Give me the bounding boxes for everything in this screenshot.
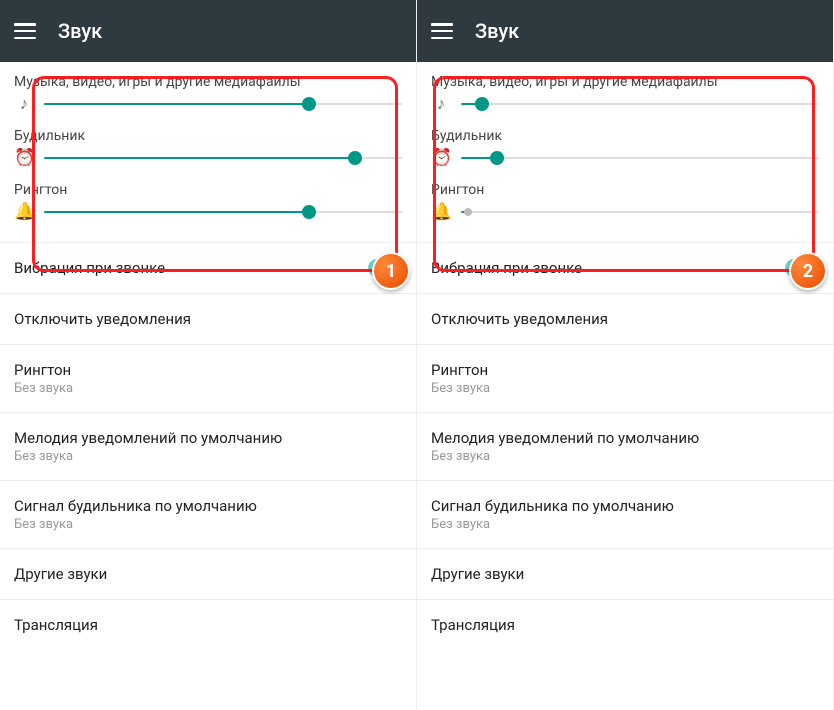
alarm-sound-row[interactable]: Сигнал будильника по умолчанию Без звука	[0, 480, 416, 548]
dnd-row[interactable]: Отключить уведомления	[417, 293, 833, 344]
vibrate-on-ring-row[interactable]: Вибрация при звонке	[417, 242, 833, 293]
alarm-slider[interactable]	[44, 157, 402, 159]
step-badge-1: 1	[372, 252, 410, 290]
menu-icon[interactable]	[14, 23, 36, 39]
settings-list: Музыка, видео, игры и другие медиафайлы …	[417, 62, 833, 650]
dnd-row[interactable]: Отключить уведомления	[0, 293, 416, 344]
alarm-clock-icon: ⏰	[431, 148, 451, 168]
cast-row[interactable]: Трансляция	[0, 599, 416, 650]
settings-list: Музыка, видео, игры и другие медиафайлы …	[0, 62, 416, 650]
media-slider-label: Музыка, видео, игры и другие медиафайлы	[431, 74, 819, 90]
ring-slider-label: Рингтон	[14, 182, 402, 198]
other-sounds-row[interactable]: Другие звуки	[0, 548, 416, 599]
phone-left: Звук Музыка, видео, игры и другие медиаф…	[0, 0, 417, 710]
step-badge-2: 2	[789, 252, 827, 290]
volume-sliders: Музыка, видео, игры и другие медиафайлы …	[417, 62, 833, 242]
alarm-slider-label: Будильник	[14, 128, 402, 144]
other-sounds-row[interactable]: Другие звуки	[417, 548, 833, 599]
notification-sound-row[interactable]: Мелодия уведомлений по умолчанию Без зву…	[0, 412, 416, 480]
ring-slider[interactable]	[44, 211, 402, 213]
bell-icon: 🔔	[431, 202, 451, 222]
alarm-slider[interactable]	[461, 157, 819, 159]
ring-slider-label: Рингтон	[431, 182, 819, 198]
music-note-icon: ♪	[431, 94, 451, 114]
media-slider[interactable]	[44, 103, 402, 105]
vibrate-on-ring-row[interactable]: Вибрация при звонке	[0, 242, 416, 293]
volume-sliders: Музыка, видео, игры и другие медиафайлы …	[0, 62, 416, 242]
alarm-slider-label: Будильник	[431, 128, 819, 144]
ring-slider[interactable]	[461, 211, 819, 213]
alarm-clock-icon: ⏰	[14, 148, 34, 168]
bell-icon: 🔔	[14, 202, 34, 222]
notification-sound-row[interactable]: Мелодия уведомлений по умолчанию Без зву…	[417, 412, 833, 480]
media-slider[interactable]	[461, 103, 819, 105]
header: Звук	[0, 0, 416, 62]
alarm-sound-row[interactable]: Сигнал будильника по умолчанию Без звука	[417, 480, 833, 548]
ringtone-row[interactable]: Рингтон Без звука	[0, 344, 416, 412]
header-title: Звук	[58, 19, 102, 43]
header-title: Звук	[475, 19, 519, 43]
menu-icon[interactable]	[431, 23, 453, 39]
music-note-icon: ♪	[14, 94, 34, 114]
phone-right: Звук Музыка, видео, игры и другие медиаф…	[417, 0, 834, 710]
cast-row[interactable]: Трансляция	[417, 599, 833, 650]
header: Звук	[417, 0, 833, 62]
ringtone-row[interactable]: Рингтон Без звука	[417, 344, 833, 412]
media-slider-label: Музыка, видео, игры и другие медиафайлы	[14, 74, 402, 90]
